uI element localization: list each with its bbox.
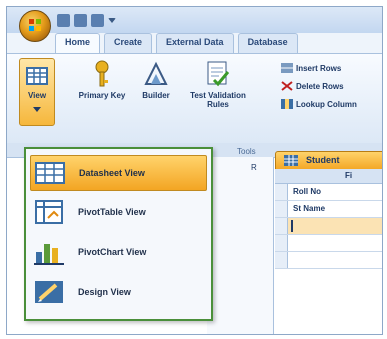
quick-access-toolbar bbox=[57, 12, 116, 28]
datasheet-view-icon bbox=[35, 162, 65, 184]
builder-icon bbox=[144, 61, 168, 85]
menu-item-datasheet-view[interactable]: Datasheet View bbox=[30, 155, 207, 191]
tab-external-data[interactable]: External Data bbox=[156, 33, 234, 53]
redo-icon[interactable] bbox=[91, 13, 104, 27]
field-name-cell[interactable]: Roll No bbox=[293, 187, 321, 196]
delete-rows-label: Delete Rows bbox=[296, 81, 344, 91]
customize-qat-icon[interactable] bbox=[108, 17, 116, 23]
ribbon: View Primary Key Builder Test Validation… bbox=[7, 53, 382, 145]
row-selector[interactable] bbox=[275, 184, 288, 200]
builder-button[interactable]: Builder bbox=[131, 60, 181, 100]
menu-item-pivottable-view[interactable]: PivotTable View bbox=[30, 195, 205, 229]
design-view-icon bbox=[35, 281, 63, 303]
field-name-header: Fi bbox=[345, 171, 353, 180]
tools-group-label: Tools bbox=[237, 147, 256, 156]
navigation-pane-letter: R bbox=[251, 163, 257, 172]
menu-item-label: PivotTable View bbox=[78, 207, 146, 217]
delete-rows-button[interactable]: Delete Rows bbox=[281, 78, 344, 94]
menu-item-label: Design View bbox=[78, 287, 131, 297]
ribbon-tabs: Home Create External Data Database bbox=[55, 33, 382, 53]
navigation-pane: R bbox=[207, 157, 274, 334]
field-name-cell[interactable]: St Name bbox=[293, 204, 325, 213]
tab-create[interactable]: Create bbox=[104, 33, 153, 53]
key-icon bbox=[95, 60, 109, 87]
table-row[interactable] bbox=[275, 218, 382, 235]
title-bar bbox=[7, 7, 382, 33]
tab-home[interactable]: Home bbox=[55, 33, 101, 53]
datasheet-icon bbox=[26, 67, 48, 85]
table-icon bbox=[284, 155, 298, 166]
test-validation-button[interactable]: Test Validation Rules bbox=[187, 60, 249, 109]
table-row[interactable]: St Name bbox=[275, 201, 382, 218]
access-window: Home Create External Data Database View … bbox=[6, 6, 383, 335]
menu-item-pivotchart-view[interactable]: PivotChart View bbox=[30, 235, 205, 269]
delete-rows-icon bbox=[281, 81, 293, 91]
table-row[interactable] bbox=[275, 235, 382, 252]
builder-label: Builder bbox=[142, 91, 170, 100]
view-button-label: View bbox=[27, 91, 47, 100]
document-tab-title: Student bbox=[306, 155, 340, 165]
row-selector[interactable] bbox=[275, 201, 288, 217]
insert-rows-button[interactable]: Insert Rows bbox=[281, 60, 341, 76]
lookup-column-icon bbox=[281, 99, 293, 109]
table-row[interactable] bbox=[275, 252, 382, 269]
lookup-column-button[interactable]: Lookup Column bbox=[281, 96, 357, 112]
menu-item-label: Datasheet View bbox=[79, 168, 145, 178]
text-cursor bbox=[291, 220, 293, 232]
office-button[interactable] bbox=[19, 10, 51, 42]
validation-icon bbox=[207, 61, 230, 87]
design-grid: Fi Roll No St Name bbox=[275, 169, 382, 334]
chevron-down-icon bbox=[33, 107, 41, 112]
test-validation-label: Test Validation Rules bbox=[190, 91, 246, 109]
pivotchart-icon bbox=[34, 244, 64, 265]
insert-rows-icon bbox=[281, 63, 293, 73]
view-button[interactable]: View bbox=[19, 58, 55, 126]
view-dropdown-menu: Datasheet View PivotTable View PivotChar… bbox=[24, 147, 213, 321]
save-icon[interactable] bbox=[57, 13, 70, 27]
row-selector[interactable] bbox=[275, 235, 288, 251]
grid-header: Fi bbox=[275, 169, 382, 184]
menu-item-design-view[interactable]: Design View bbox=[30, 275, 205, 309]
primary-key-label: Primary Key bbox=[78, 91, 126, 100]
row-selector[interactable] bbox=[275, 252, 288, 268]
pivottable-icon bbox=[35, 200, 63, 224]
insert-rows-label: Insert Rows bbox=[296, 63, 342, 73]
menu-item-label: PivotChart View bbox=[78, 247, 147, 257]
primary-key-button[interactable]: Primary Key bbox=[77, 60, 127, 100]
tab-database[interactable]: Database bbox=[237, 33, 298, 53]
undo-icon[interactable] bbox=[74, 13, 87, 27]
tab-student-table[interactable]: Student bbox=[275, 151, 382, 171]
lookup-column-label: Lookup Column bbox=[296, 99, 357, 109]
row-selector[interactable] bbox=[275, 218, 288, 234]
table-row[interactable]: Roll No bbox=[275, 184, 382, 201]
office-logo-icon bbox=[29, 19, 41, 31]
